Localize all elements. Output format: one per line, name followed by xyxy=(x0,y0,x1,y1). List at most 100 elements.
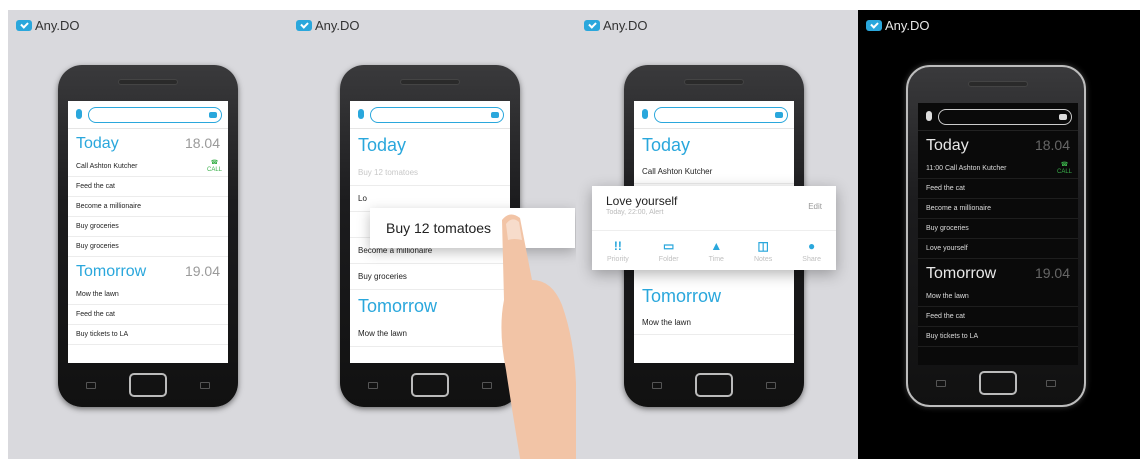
check-logo-icon xyxy=(866,20,882,31)
brand-logo: Any.DO xyxy=(584,18,648,33)
section-title: Tomorrow xyxy=(642,286,722,306)
call-icon[interactable]: ☎ CALL xyxy=(207,160,222,174)
back-key-icon[interactable] xyxy=(936,380,946,387)
task-item[interactable]: Buy groceries xyxy=(350,264,510,290)
speaker xyxy=(118,79,178,85)
task-item[interactable]: Feed the cat xyxy=(918,307,1078,327)
search-input[interactable] xyxy=(88,107,222,123)
brand-name: Any.DO xyxy=(885,18,930,33)
hand-icon xyxy=(501,214,576,459)
section-today: Today 18.04 xyxy=(68,129,228,157)
bell-icon: ▲ xyxy=(710,238,723,253)
tag-icon[interactable] xyxy=(1059,114,1067,120)
task-item[interactable]: Love yourself xyxy=(918,239,1078,259)
priority-button[interactable]: !! Priority xyxy=(607,239,629,263)
notes-button[interactable]: ◫ Notes xyxy=(754,239,772,263)
tag-icon[interactable] xyxy=(491,112,499,118)
search-bar xyxy=(634,101,794,129)
section-title: Today xyxy=(358,135,407,155)
share-button[interactable]: ● Share xyxy=(802,239,821,263)
search-input[interactable] xyxy=(654,107,788,123)
person-icon: ● xyxy=(808,238,816,253)
section-today: Today xyxy=(350,129,510,160)
check-logo-icon xyxy=(584,20,600,31)
task-item[interactable]: Become a millionaire xyxy=(68,197,228,217)
back-key-icon[interactable] xyxy=(368,382,378,389)
phone: Today 18.04 11:00 Call Ashton Kutcher ☎ C… xyxy=(906,65,1086,407)
task-item[interactable]: Buy groceries xyxy=(68,237,228,257)
edit-button[interactable]: Edit xyxy=(808,202,822,211)
section-today: Today 18.04 xyxy=(918,131,1078,159)
panel-dark-list: Any.DO Today 18.04 11:00 Call Ashton Kut… xyxy=(858,10,1140,459)
section-today: Today xyxy=(634,129,794,160)
task-item[interactable]: Feed the cat xyxy=(918,179,1078,199)
search-bar xyxy=(68,101,228,129)
task-item[interactable]: Buy tickets to LA xyxy=(68,325,228,345)
menu-key-icon[interactable] xyxy=(482,382,492,389)
task-item[interactable]: Feed the cat xyxy=(68,177,228,197)
task-item[interactable]: Buy groceries xyxy=(918,219,1078,239)
time-button[interactable]: ▲ Time xyxy=(709,239,724,263)
home-button[interactable] xyxy=(129,373,167,397)
panel-light-list: Any.DO Today 18.04 Call Ashton Kutcher ☎… xyxy=(8,10,288,459)
phone-screen: Today 18.04 Call Ashton Kutcher ☎ CALL Fe… xyxy=(68,101,228,363)
task-item[interactable]: Mow the lawn xyxy=(68,285,228,305)
search-input[interactable] xyxy=(370,107,504,123)
task-item[interactable]: Mow the lawn xyxy=(634,311,794,335)
home-button[interactable] xyxy=(695,373,733,397)
task-item[interactable]: Feed the cat xyxy=(68,305,228,325)
brand-logo: Any.DO xyxy=(296,18,360,33)
task-title: Love yourself xyxy=(606,194,678,208)
home-button[interactable] xyxy=(411,373,449,397)
menu-key-icon[interactable] xyxy=(1046,380,1056,387)
section-date: 19.04 xyxy=(184,263,220,279)
search-input[interactable] xyxy=(938,109,1072,125)
folder-icon: ▭ xyxy=(663,238,675,253)
home-button[interactable] xyxy=(979,371,1017,395)
phone-screen: Today 18.04 11:00 Call Ashton Kutcher ☎ C… xyxy=(918,103,1078,365)
priority-icon: !! xyxy=(613,238,622,253)
section-title: Today xyxy=(76,135,119,152)
microphone-icon[interactable] xyxy=(926,111,932,121)
task-item[interactable]: Mow the lawn xyxy=(350,321,510,347)
section-title: Today xyxy=(642,135,691,155)
check-logo-icon xyxy=(16,20,32,31)
tag-icon[interactable] xyxy=(775,112,783,118)
task-item[interactable]: Call Ashton Kutcher xyxy=(634,160,794,184)
section-tomorrow: Tomorrow xyxy=(634,280,794,311)
section-date: 18.04 xyxy=(184,135,220,151)
task-options-card: Love yourself Today, 22:00, Alert Edit !… xyxy=(592,186,836,270)
option-label: Share xyxy=(802,255,821,263)
back-key-icon[interactable] xyxy=(86,382,96,389)
option-label: Folder xyxy=(658,255,679,263)
microphone-icon[interactable] xyxy=(358,109,364,119)
task-item[interactable]: Become a millionaire xyxy=(918,199,1078,219)
brand-logo: Any.DO xyxy=(866,18,930,33)
call-icon[interactable]: ☎ CALL xyxy=(1057,162,1072,176)
option-label: Notes xyxy=(753,255,773,263)
task-time: 11:00 xyxy=(926,165,943,172)
phone: Today 18.04 Call Ashton Kutcher ☎ CALL Fe… xyxy=(58,65,238,407)
task-item-faded[interactable]: Buy 12 tomatoes xyxy=(350,160,510,186)
tag-icon[interactable] xyxy=(209,112,217,118)
task-label: Call Ashton Kutcher xyxy=(76,163,138,170)
microphone-icon[interactable] xyxy=(76,109,82,119)
menu-key-icon[interactable] xyxy=(200,382,210,389)
task-item[interactable]: Buy groceries xyxy=(68,217,228,237)
back-key-icon[interactable] xyxy=(652,382,662,389)
options-row: !! Priority ▭ Folder ▲ Time ◫ Notes ● Sh… xyxy=(592,230,836,270)
menu-key-icon[interactable] xyxy=(766,382,776,389)
section-title: Tomorrow xyxy=(926,265,997,282)
microphone-icon[interactable] xyxy=(642,109,648,119)
task-item[interactable]: Mow the lawn xyxy=(918,287,1078,307)
task-item[interactable]: Buy tickets to LA xyxy=(918,327,1078,347)
folder-button[interactable]: ▭ Folder xyxy=(659,239,679,263)
speaker xyxy=(400,79,460,85)
option-label: Time xyxy=(708,255,724,263)
brand-logo: Any.DO xyxy=(16,18,80,33)
task-item[interactable]: Call Ashton Kutcher ☎ CALL xyxy=(68,157,228,177)
task-item[interactable]: 11:00 Call Ashton Kutcher ☎ CALL xyxy=(918,159,1078,179)
note-icon: ◫ xyxy=(757,238,769,253)
task-label: Call Ashton Kutcher xyxy=(944,165,1007,172)
brand-name: Any.DO xyxy=(603,18,648,33)
